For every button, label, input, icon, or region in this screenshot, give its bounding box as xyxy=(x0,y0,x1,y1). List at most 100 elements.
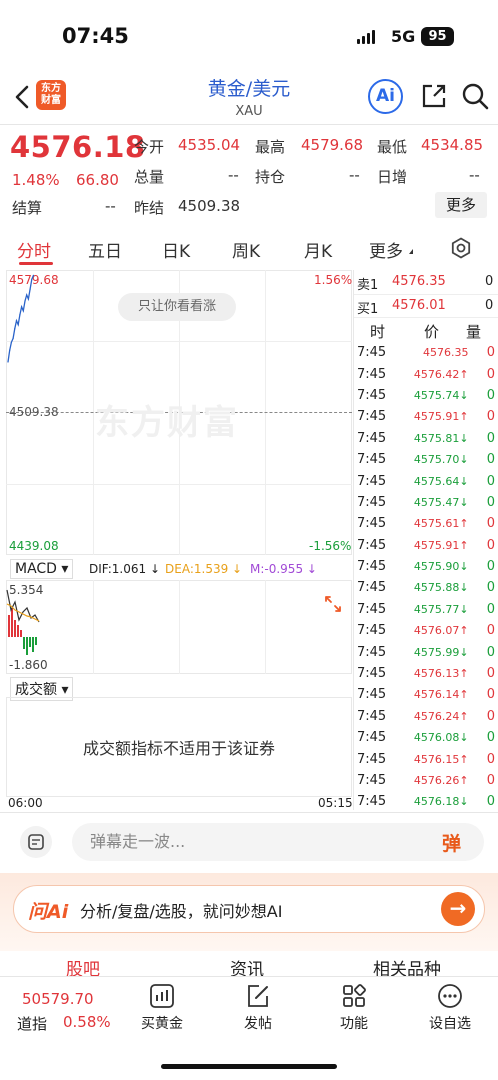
tick-volume: 0 xyxy=(486,644,495,660)
grid-icon[interactable] xyxy=(341,983,367,1009)
tick-time: 7:45 xyxy=(357,601,387,617)
position-value: -- xyxy=(349,166,360,184)
price-point xyxy=(15,320,18,322)
tick-time: 7:45 xyxy=(357,494,387,510)
tick-time: 7:45 xyxy=(357,387,387,403)
price-point xyxy=(7,361,9,363)
danmu-input[interactable]: 弹幕走一波... xyxy=(72,823,484,861)
more-quote-button[interactable]: 更多 xyxy=(435,192,487,218)
time-end: 05:15 xyxy=(318,796,353,810)
tick-volume: 0 xyxy=(486,751,495,767)
tab-monthly-k[interactable]: 月K xyxy=(304,237,332,262)
tick-row: 7:45 4576.08↓ 0 xyxy=(357,727,495,748)
tick-volume: 0 xyxy=(486,687,495,703)
tick-time: 7:45 xyxy=(357,644,387,660)
tick-time: 7:45 xyxy=(357,773,387,788)
ai-logo: 问Ai xyxy=(28,901,69,923)
tick-volume: 0 xyxy=(486,708,495,724)
prev-settle-label: 昨结 xyxy=(134,199,165,217)
sell-price: 4576.35 xyxy=(392,274,446,289)
tick-time: 7:45 xyxy=(357,516,387,532)
tick-row: 7:45 4576.26↑ 0 xyxy=(357,770,495,791)
price-point xyxy=(27,298,29,300)
search-icon[interactable] xyxy=(461,82,489,110)
tick-volume: 0 xyxy=(486,387,495,403)
tick-time: 7:45 xyxy=(357,623,387,639)
buy-label: 买1 xyxy=(357,302,379,317)
ai-prompt-text[interactable]: 分析/复盘/选股，就问妙想AI xyxy=(80,898,282,922)
price-point xyxy=(14,327,16,330)
tick-price: 4576.13↑ xyxy=(413,667,469,681)
tick-volume: 0 xyxy=(486,430,495,446)
tick-volume: 0 xyxy=(486,666,495,682)
expand-icon[interactable] xyxy=(321,592,345,616)
price-line xyxy=(7,275,35,363)
price-point xyxy=(26,294,28,296)
tick-row: 7:45 4575.81↓ 0 xyxy=(357,428,495,449)
buy-volume: 0 xyxy=(485,298,494,313)
high-value: 4579.68 xyxy=(301,136,364,154)
tab-intraday[interactable]: 分时 xyxy=(17,237,51,262)
tick-price: 4576.26↑ xyxy=(413,774,469,787)
macd-dif: DIF:1.061 ↓ xyxy=(89,562,161,576)
ai-button[interactable]: Ai xyxy=(368,79,403,114)
index-percent: 0.58% xyxy=(63,1013,111,1031)
price-point xyxy=(9,349,11,351)
gear-icon[interactable] xyxy=(450,237,472,259)
edit-icon[interactable] xyxy=(245,983,271,1009)
status-time: 07:45 xyxy=(62,24,129,48)
tick-price: 4575.70↓ xyxy=(413,453,469,467)
col-price: 价 xyxy=(424,323,440,341)
tick-time: 7:45 xyxy=(357,559,387,575)
nav-post[interactable]: 发帖 xyxy=(228,1013,288,1033)
tick-price: 4576.15↑ xyxy=(413,752,469,766)
index-value[interactable]: 50579.70 xyxy=(22,990,94,1008)
arrow-right-icon[interactable]: → xyxy=(441,892,475,926)
price-point xyxy=(32,274,35,276)
nav-add-watchlist[interactable]: 设自选 xyxy=(420,1013,480,1033)
tick-row: 7:45 4576.24↑ 0 xyxy=(357,706,495,727)
macd-bars xyxy=(8,608,37,655)
tick-list[interactable]: 7:45 4576.35 0 7:45 4576.42↑ 0 7:45 4575.74↓ 0 7:… xyxy=(357,342,495,813)
tick-volume: 0 xyxy=(486,773,495,788)
tick-volume: 0 xyxy=(486,409,495,425)
nav-functions[interactable]: 功能 xyxy=(324,1013,384,1033)
tick-price: 4575.64↓ xyxy=(413,474,469,488)
danmu-button[interactable]: 弹 xyxy=(442,829,461,856)
tick-row: 7:45 4575.64↓ 0 xyxy=(357,470,495,491)
macd-selector[interactable]: MACD ▾ xyxy=(10,559,74,579)
tick-volume: 0 xyxy=(486,580,495,596)
tick-time: 7:45 xyxy=(357,366,387,382)
daily-increase-label: 日增 xyxy=(377,168,408,186)
tab-weekly-k[interactable]: 周K xyxy=(232,237,260,262)
tick-time: 7:45 xyxy=(357,666,387,682)
tab-daily-k[interactable]: 日K xyxy=(162,237,190,262)
tick-row: 7:45 4575.99↓ 0 xyxy=(357,641,495,662)
tick-time: 7:45 xyxy=(357,430,387,446)
tick-price: 4575.91↑ xyxy=(413,538,469,552)
tick-row: 7:45 4576.13↑ 0 xyxy=(357,663,495,684)
price-point xyxy=(19,314,21,316)
share-icon[interactable] xyxy=(420,82,448,110)
settle-label: 结算 xyxy=(12,199,43,217)
tick-price: 4576.24↑ xyxy=(413,709,469,723)
chat-icon[interactable] xyxy=(20,826,52,858)
macd-dea: DEA:1.539 ↓ xyxy=(165,562,243,576)
tick-price: 4575.74↓ xyxy=(413,388,469,402)
tick-time: 7:45 xyxy=(357,537,387,553)
tick-row: 7:45 4575.90↓ 0 xyxy=(357,556,495,577)
more-dots-icon[interactable] xyxy=(437,983,463,1009)
tab-five-day[interactable]: 五日 xyxy=(88,237,122,262)
chart-bar-icon[interactable] xyxy=(149,983,175,1009)
tick-row: 7:45 4576.07↑ 0 xyxy=(357,620,495,641)
caret-icon xyxy=(409,249,413,254)
tick-price: 4575.91↑ xyxy=(413,410,469,424)
nav-buy-gold[interactable]: 买黄金 xyxy=(132,1013,192,1033)
tick-volume: 0 xyxy=(486,559,495,575)
price-point xyxy=(21,306,23,308)
network-label: 5G xyxy=(391,27,416,46)
tick-row: 7:45 4576.35 0 xyxy=(357,342,495,363)
tick-time: 7:45 xyxy=(357,409,387,425)
tick-row: 7:45 4575.61↑ 0 xyxy=(357,513,495,534)
tab-more[interactable]: 更多 xyxy=(369,237,403,262)
